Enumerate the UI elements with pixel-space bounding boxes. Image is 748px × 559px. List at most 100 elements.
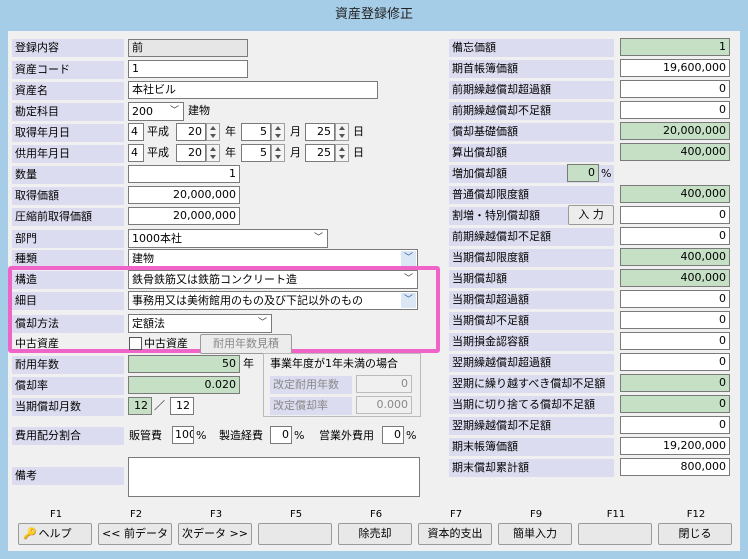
- shutoku-month-spinner[interactable]: [271, 123, 285, 141]
- right-row-value[interactable]: 400,000: [620, 248, 730, 266]
- hankan-field[interactable]: 100: [172, 426, 194, 444]
- right-row-value[interactable]: 0: [620, 416, 730, 434]
- input-button[interactable]: 入 力: [568, 205, 614, 225]
- kyoyo-year-spinner[interactable]: [206, 144, 220, 162]
- hoho-select[interactable]: 定額法 ﹀: [128, 314, 272, 333]
- right-row-label: 普通償却限度額: [449, 186, 614, 204]
- tsuki-separator: ／: [154, 399, 165, 412]
- hankan-pct: %: [196, 429, 207, 442]
- chuko-checkbox[interactable]: [129, 337, 142, 350]
- shutoku-year-spinner[interactable]: [206, 123, 220, 141]
- kanjo-code-select[interactable]: 200 ﹀: [128, 102, 184, 121]
- right-row-value[interactable]: 0: [620, 290, 730, 308]
- eigyogai-field[interactable]: 0: [382, 426, 404, 444]
- shutoku-day[interactable]: 25: [305, 123, 335, 141]
- fkey-button[interactable]: 簡単入力: [498, 523, 572, 545]
- right-row-value[interactable]: 0: [620, 227, 730, 245]
- code-field[interactable]: 1: [128, 60, 248, 78]
- right-row-value[interactable]: 1: [620, 38, 730, 56]
- fkey-button[interactable]: 閉じる: [658, 523, 732, 545]
- taiyo-field[interactable]: 50: [128, 355, 240, 373]
- fkey-button[interactable]: [578, 523, 652, 545]
- fkey-caption: F6: [369, 509, 383, 520]
- right-row-label: 償却基礎価額: [449, 123, 614, 141]
- chevron-down-icon: ﹀: [313, 233, 323, 243]
- eigyogai-label: 営業外費用: [319, 429, 374, 442]
- right-row-value[interactable]: 800,000: [620, 458, 730, 476]
- right-row-value[interactable]: 0: [620, 332, 730, 350]
- kaitei-ritsu-field[interactable]: 0.000: [356, 396, 412, 414]
- right-row-value[interactable]: 400,000: [620, 185, 730, 203]
- right-row-label: 前期繰越償却不足額: [449, 102, 614, 120]
- right-row-value[interactable]: 0: [620, 80, 730, 98]
- zoka-pct-unit: %: [601, 167, 612, 180]
- right-row-value[interactable]: 20,000,000: [620, 122, 730, 140]
- tsuki-field-2[interactable]: 12: [170, 397, 194, 415]
- right-row-value[interactable]: 0: [620, 395, 730, 413]
- eigyogai-pct: %: [406, 429, 417, 442]
- asshuku-label: 圧縮前取得価額: [12, 208, 124, 226]
- right-row-value[interactable]: 19,200,000: [620, 437, 730, 455]
- chuko-check-label: 中古資産: [144, 337, 188, 350]
- hoho-label: 償却方法: [12, 315, 124, 333]
- kanjo-code-value: 200: [132, 105, 153, 118]
- touroku-field[interactable]: 前: [128, 39, 248, 57]
- kyoyo-era-code[interactable]: 4: [128, 144, 144, 162]
- kyoyo-month[interactable]: 5: [241, 144, 271, 162]
- saimoku-select[interactable]: 事務用又は美術館用のもの及び下記以外のもの ﹀: [128, 291, 418, 310]
- seizo-field[interactable]: 0: [270, 426, 292, 444]
- right-row-label: 算出償却額: [449, 144, 614, 162]
- biko-field[interactable]: [128, 457, 420, 497]
- name-field[interactable]: 本社ビル: [128, 81, 378, 99]
- right-row-value[interactable]: 0: [620, 374, 730, 392]
- fkey-caption: F12: [686, 509, 706, 520]
- fkey-button[interactable]: 🔑 ヘルプ: [18, 523, 92, 545]
- jigyo-title: 事業年度が1年未満の場合: [270, 357, 398, 370]
- right-row-label: 当期に切り捨てる償却不足額: [449, 396, 614, 414]
- seizo-pct: %: [294, 429, 305, 442]
- ritsu-field[interactable]: 0.020: [128, 376, 240, 394]
- asshuku-field[interactable]: 20,000,000: [128, 207, 240, 225]
- right-row-value[interactable]: 0: [620, 311, 730, 329]
- kanjo-name: 建物: [188, 104, 210, 117]
- shutoku-era-code[interactable]: 4: [128, 123, 144, 141]
- touroku-label: 登録内容: [12, 39, 124, 57]
- fkey-button[interactable]: 資本的支出: [418, 523, 492, 545]
- shutoku-month[interactable]: 5: [241, 123, 271, 141]
- bumon-select[interactable]: 1000本社 ﹀: [128, 229, 328, 248]
- shutoku-day-spinner[interactable]: [335, 123, 349, 141]
- suryo-field[interactable]: 1: [128, 165, 240, 183]
- right-row-value[interactable]: 0: [620, 101, 730, 119]
- hoho-value: 定額法: [132, 317, 165, 330]
- tsuki-field-1[interactable]: 12: [128, 397, 152, 415]
- right-row-label: 当期償却限度額: [449, 249, 614, 267]
- shutoku-year[interactable]: 20: [176, 123, 206, 141]
- fkey-caption: F2: [129, 509, 143, 520]
- right-row-label: 翌期に繰り越すべき償却不足額: [449, 375, 614, 393]
- right-row-label: 前期繰越償却不足額: [449, 228, 614, 246]
- taiyo-mitsumori-button[interactable]: 耐用年数見積: [200, 334, 292, 354]
- right-row-label: 当期償却額: [449, 270, 614, 288]
- kaitei-nensu-field[interactable]: 0: [356, 375, 412, 393]
- chevron-down-icon: ﹀: [169, 106, 179, 116]
- right-row-value[interactable]: 0: [620, 353, 730, 371]
- right-row-value[interactable]: 0: [620, 206, 730, 224]
- kozo-select[interactable]: 鉄骨鉄筋又は鉄筋コンクリート造 ﹀: [128, 270, 418, 289]
- right-row-value[interactable]: 0: [567, 164, 599, 182]
- kyoyo-month-spinner[interactable]: [271, 144, 285, 162]
- fkey-button[interactable]: << 前データ: [98, 523, 172, 545]
- fkey-button[interactable]: 除売却: [338, 523, 412, 545]
- right-row-value[interactable]: 400,000: [620, 269, 730, 287]
- right-row-label: 当期償却不足額: [449, 312, 614, 330]
- kyoyo-day-spinner[interactable]: [335, 144, 349, 162]
- kyoyo-year[interactable]: 20: [176, 144, 206, 162]
- right-row-value[interactable]: 19,600,000: [620, 59, 730, 77]
- fkey-button[interactable]: 次データ >>: [178, 523, 252, 545]
- fkey-button[interactable]: [258, 523, 332, 545]
- kyoyo-day[interactable]: 25: [305, 144, 335, 162]
- right-row-value[interactable]: 400,000: [620, 143, 730, 161]
- fkey-label: 簡単入力: [513, 527, 557, 540]
- right-row-label: 期末償却累計額: [449, 459, 614, 477]
- shurui-select[interactable]: 建物 ﹀: [128, 249, 418, 268]
- kagaku-field[interactable]: 20,000,000: [128, 186, 240, 204]
